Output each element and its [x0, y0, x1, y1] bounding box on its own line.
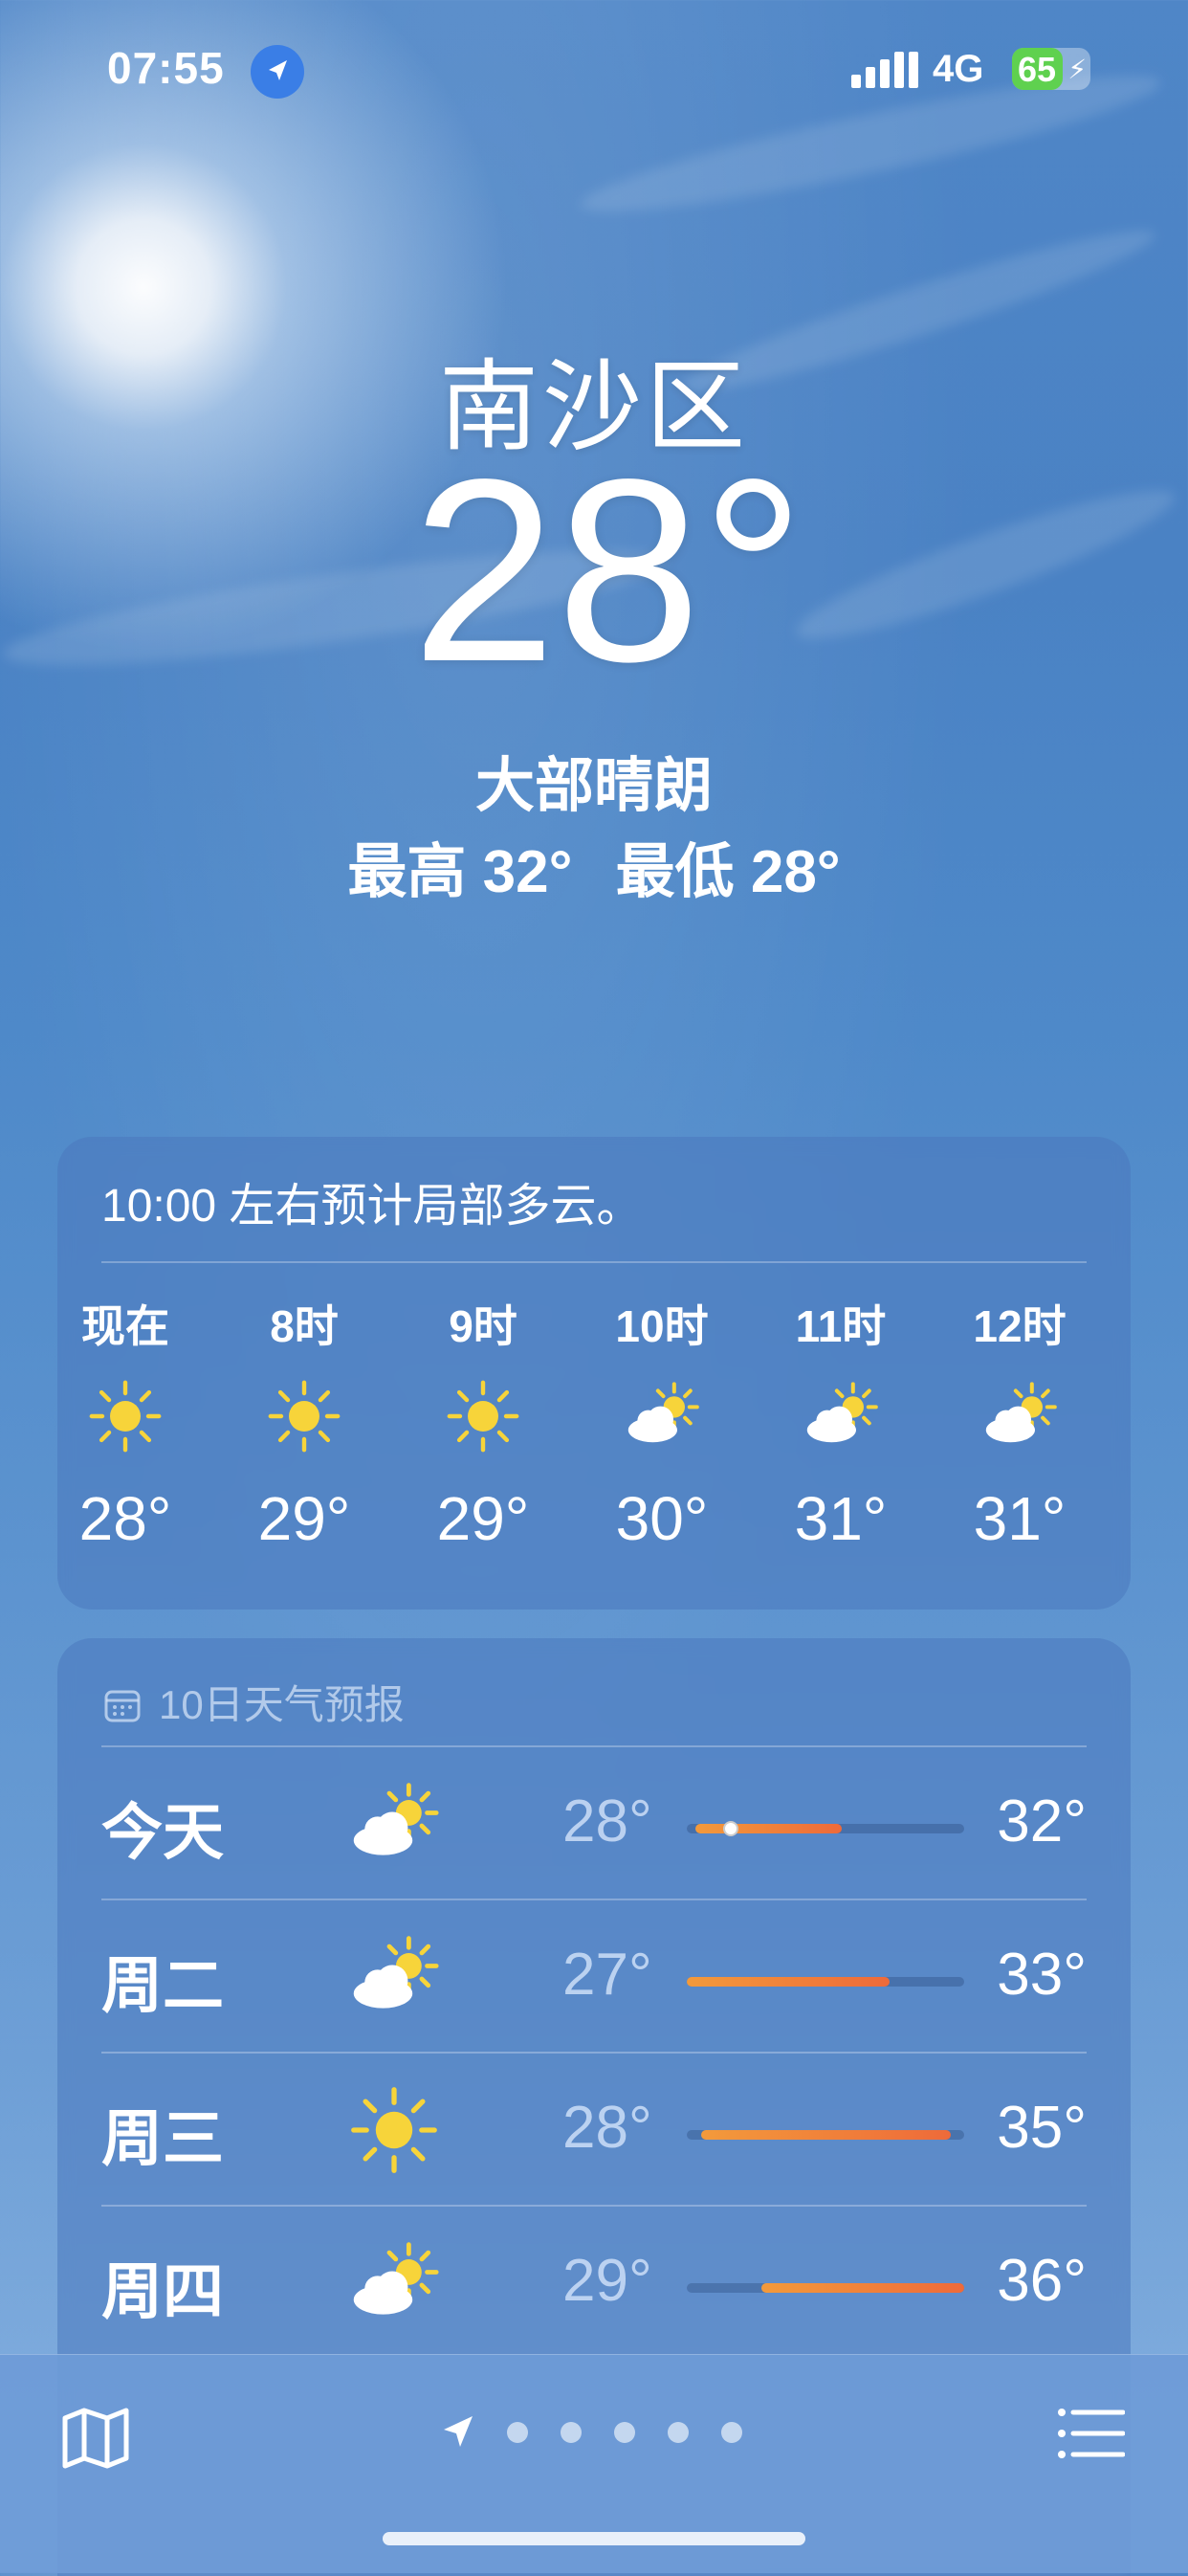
hour-column: 10时 30° [590, 1292, 734, 1554]
hour-temp: 29° [257, 1484, 351, 1553]
temp-range-bar [687, 1977, 964, 1987]
high-temp: 最高 32° [347, 839, 573, 905]
high-low: 最高 32° 最低 28° [0, 823, 1188, 909]
hour-column: 12时 31° [948, 1292, 1091, 1554]
hour-label: 10时 [615, 1301, 709, 1351]
day-low: 27° [562, 1942, 652, 2008]
status-time: 07:55 [107, 43, 225, 93]
hour-label: 8时 [270, 1301, 339, 1351]
status-bar: 07:55 4G 65 ⚡ [0, 0, 1188, 144]
divider [101, 1261, 1087, 1263]
partly-cloudy-icon [348, 1931, 440, 2023]
hourly-summary: 10:00 左右预计局部多云。 [101, 1181, 643, 1232]
hour-label: 现在 [81, 1301, 169, 1351]
day-low: 29° [562, 2248, 652, 2314]
day-high: 35° [997, 2095, 1087, 2161]
page-dot[interactable] [614, 2422, 635, 2443]
day-row[interactable]: 周四 29° 36° [101, 2205, 1087, 2358]
map-icon[interactable] [59, 2401, 132, 2474]
temp-range-bar [687, 1821, 964, 1836]
charging-bolt-icon: ⚡ [1067, 55, 1087, 84]
hour-column: 9时 29° [411, 1292, 555, 1554]
hour-column: 现在 28° [54, 1292, 197, 1554]
day-row[interactable]: 周三 28° 35° [101, 2052, 1087, 2205]
hourly-forecast-card[interactable]: 10:00 左右预计局部多云。 现在 28° 8时 29° 9时 29° 10时… [57, 1137, 1131, 1610]
location-arrow-icon [444, 2416, 473, 2447]
current-condition: 大部晴朗 [474, 753, 713, 819]
hour-column: 11时 31° [769, 1292, 913, 1554]
day-high: 32° [997, 1788, 1087, 1854]
day-row[interactable]: 周二 27° 33° [101, 1899, 1087, 2052]
day-low: 28° [562, 1788, 652, 1854]
page-dot[interactable] [721, 2422, 742, 2443]
page-dot[interactable] [668, 2422, 689, 2443]
low-temp: 最低 28° [615, 839, 841, 905]
partly-cloudy-icon [348, 1778, 440, 1870]
day-high: 36° [997, 2248, 1087, 2314]
hour-label: 12时 [973, 1301, 1067, 1351]
day-name: 周三 [101, 2104, 224, 2173]
hour-temp: 29° [436, 1484, 530, 1553]
partly-cloudy-icon [348, 2237, 440, 2329]
day-high: 33° [997, 1942, 1087, 2008]
partly-cloudy-icon [803, 1378, 879, 1455]
hour-temp: 31° [794, 1484, 888, 1553]
page-indicator[interactable] [440, 2412, 765, 2451]
page-dot[interactable] [561, 2422, 582, 2443]
day-low: 28° [562, 2095, 652, 2161]
temp-range-fill [761, 2283, 964, 2293]
daily-header: 10日天气预报 [103, 1673, 405, 1731]
location-arrow-icon [251, 45, 304, 99]
day-name: 周二 [101, 1951, 224, 2020]
sun-icon [348, 2084, 440, 2176]
hour-label: 9时 [449, 1301, 517, 1351]
day-row[interactable]: 今天 28° 32° [101, 1745, 1087, 1899]
temp-range-fill [694, 1824, 843, 1833]
sun-icon [266, 1378, 342, 1455]
daily-title: 10日天气预报 [159, 1682, 405, 1727]
battery-level: 65 [1018, 50, 1057, 89]
battery-icon: 65 ⚡ [1012, 48, 1090, 90]
temp-range-fill [687, 1977, 890, 1987]
hour-temp: 31° [973, 1484, 1067, 1553]
list-icon[interactable] [1056, 2405, 1125, 2462]
network-type: 4G [933, 48, 984, 90]
current-temp-dot [723, 1821, 739, 1836]
sun-icon [87, 1378, 164, 1455]
temp-range-bar [687, 2283, 964, 2293]
sun-icon [445, 1378, 521, 1455]
partly-cloudy-icon [981, 1378, 1058, 1455]
partly-cloudy-icon [624, 1378, 700, 1455]
signal-bars-icon [851, 52, 918, 88]
hour-label: 11时 [795, 1301, 887, 1351]
current-temperature: 28° [411, 425, 805, 716]
temp-range-fill [700, 2130, 951, 2140]
calendar-icon [104, 1690, 141, 1722]
hour-temp: 30° [615, 1484, 709, 1553]
home-indicator[interactable] [383, 2532, 805, 2545]
hour-column: 8时 29° [232, 1292, 376, 1554]
page-dot[interactable] [507, 2422, 528, 2443]
day-name: 今天 [101, 1798, 224, 1867]
temp-range-bar [687, 2130, 964, 2140]
hour-temp: 28° [78, 1484, 172, 1553]
day-name: 周四 [101, 2257, 224, 2326]
